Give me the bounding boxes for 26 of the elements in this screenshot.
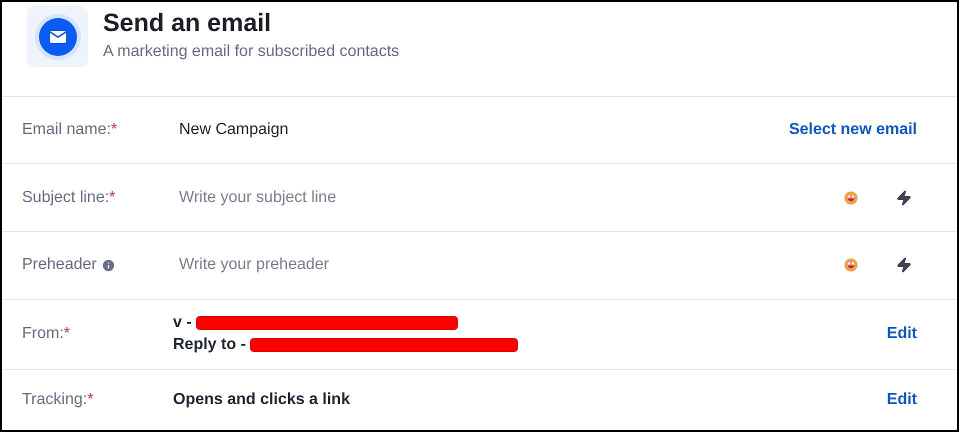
detail-text: Reply to - bbox=[173, 335, 246, 356]
required-mark: * bbox=[109, 188, 116, 208]
page-subtitle: A marketing email for subscribed contacts bbox=[103, 42, 400, 62]
select-email-link[interactable]: Select new email bbox=[788, 118, 917, 142]
lightning-icon[interactable] bbox=[896, 188, 912, 208]
page-title: Send an email bbox=[103, 8, 272, 39]
info-icon[interactable] bbox=[100, 258, 116, 273]
smiley-icon[interactable] bbox=[844, 258, 858, 272]
required-mark: * bbox=[64, 324, 70, 344]
detail-text: v - bbox=[173, 313, 192, 334]
required-mark: * bbox=[110, 120, 118, 140]
text-input[interactable]: Write your preheader bbox=[179, 253, 844, 278]
field-value: New Campaign bbox=[178, 120, 290, 140]
edit-link[interactable]: Edit bbox=[886, 322, 917, 346]
required-mark: * bbox=[87, 390, 94, 410]
field-label: Email name: bbox=[22, 120, 111, 140]
lightning-icon[interactable] bbox=[896, 255, 912, 276]
detail-text: Opens and clicks a link bbox=[173, 390, 350, 410]
field-label: Tracking: bbox=[22, 390, 88, 410]
edit-link[interactable]: Edit bbox=[886, 388, 917, 412]
envelope-icon bbox=[34, 14, 80, 60]
field-label: Subject line: bbox=[22, 188, 110, 208]
smiley-icon[interactable] bbox=[844, 190, 858, 205]
field-label: From: bbox=[22, 324, 64, 344]
text-input[interactable]: Write your subject line bbox=[179, 186, 844, 210]
field-label: Preheader bbox=[22, 255, 97, 276]
